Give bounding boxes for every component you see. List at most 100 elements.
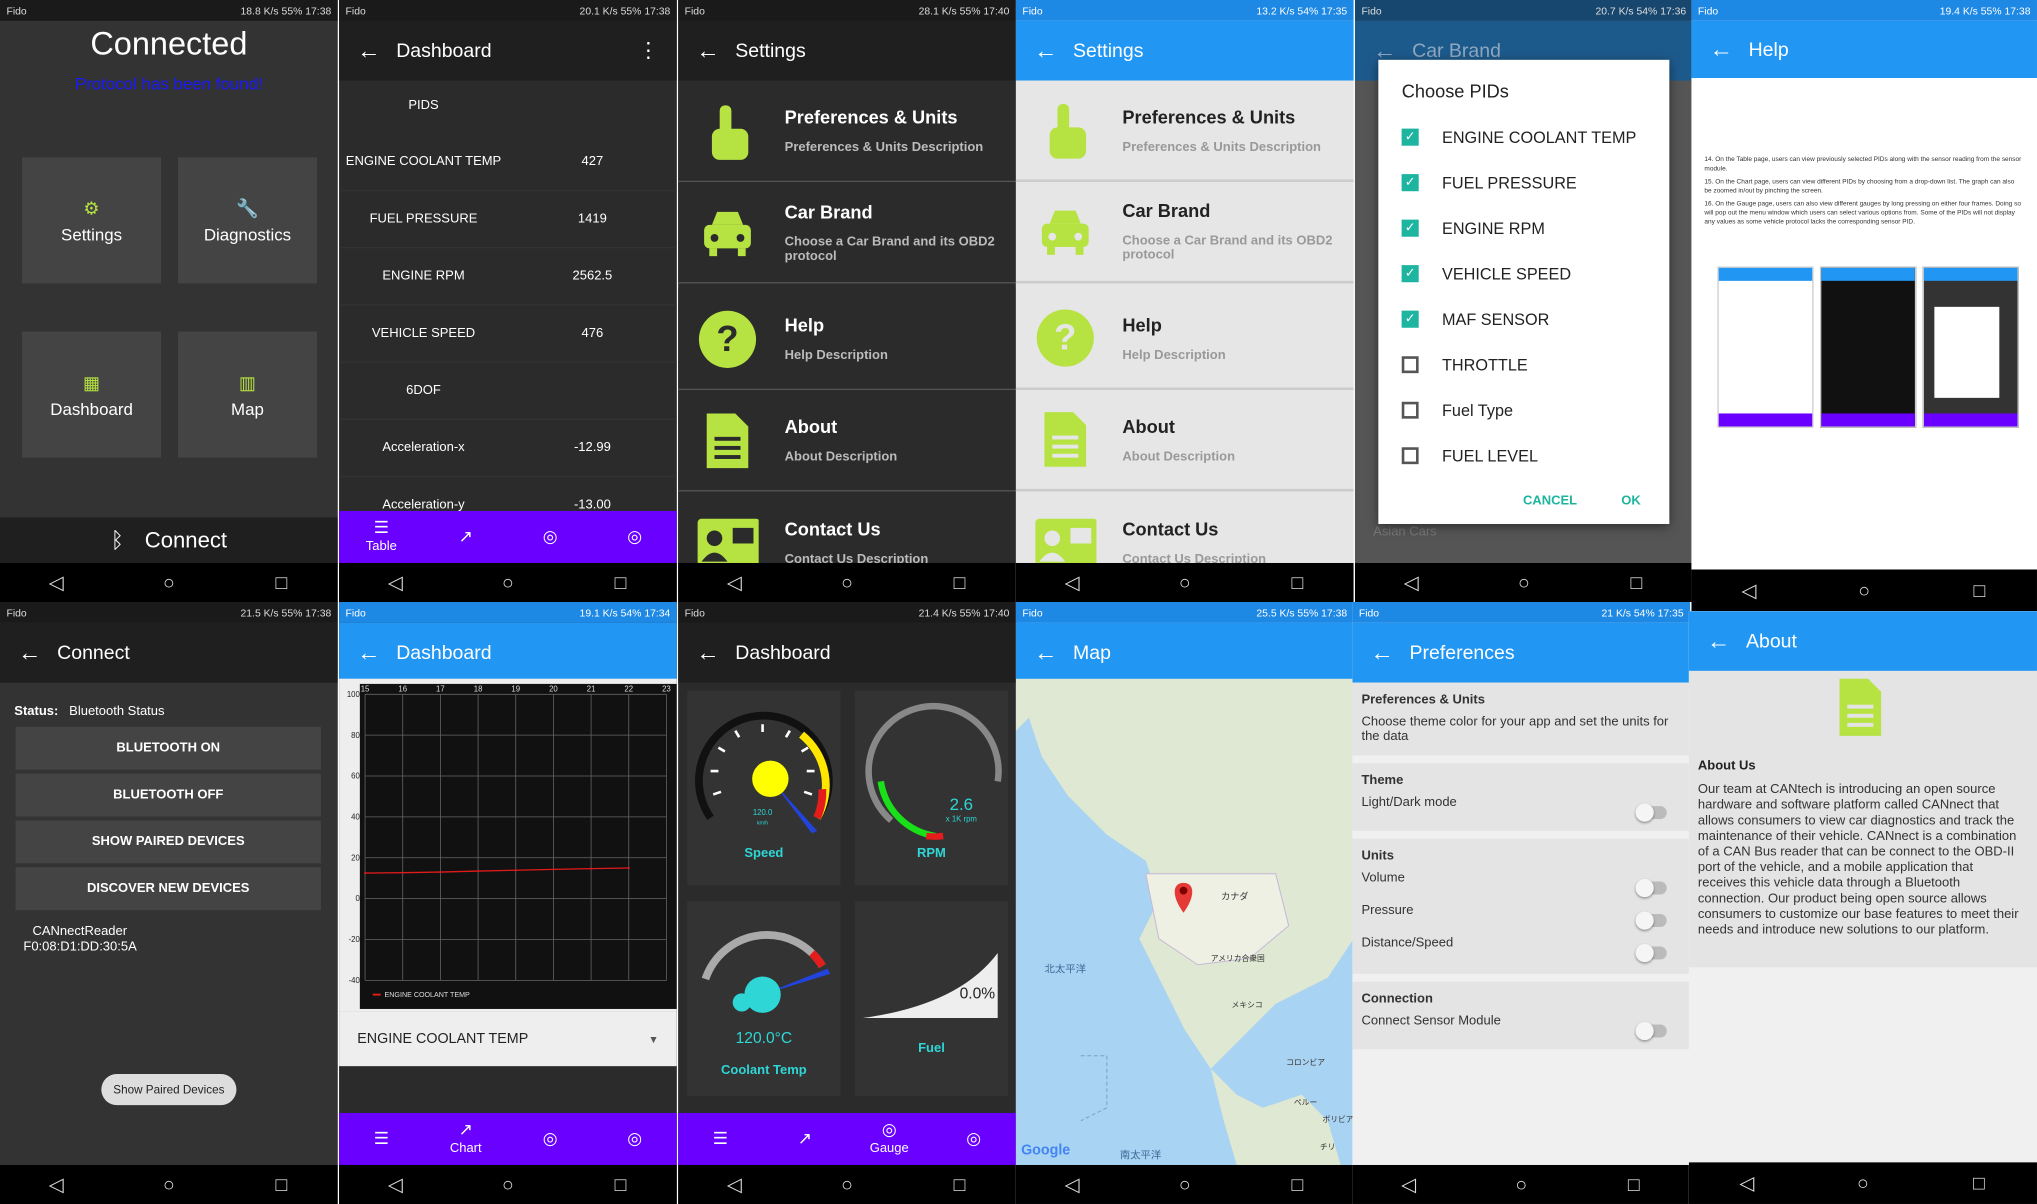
back-arrow-icon[interactable]: ← [696, 37, 735, 64]
tab-more[interactable]: ◎ [596, 527, 674, 547]
tab-chart[interactable]: ↗ [427, 527, 505, 547]
tab-table[interactable]: ☰ [681, 1129, 759, 1149]
back-nav-icon[interactable]: ◁ [1708, 1171, 1786, 1195]
checkbox-checked-icon[interactable]: ✓ [1401, 174, 1419, 192]
show-paired-devices-button[interactable]: SHOW PAIRED DEVICES [15, 820, 321, 864]
ok-button[interactable]: OK [1621, 494, 1640, 508]
back-nav-icon[interactable]: ◁ [695, 571, 773, 594]
settings-item-preferences[interactable]: Preferences & Units Preferences & Units D… [1015, 80, 1354, 183]
recents-nav-icon[interactable]: □ [1258, 571, 1336, 593]
recents-nav-icon[interactable]: □ [921, 571, 999, 593]
recents-nav-icon[interactable]: □ [1940, 1172, 2018, 1194]
back-arrow-icon[interactable]: ← [1034, 639, 1073, 666]
tab-more[interactable]: ◎ [596, 1129, 674, 1149]
settings-item-help[interactable]: ? Help Help Description [1015, 288, 1354, 391]
back-arrow-icon[interactable]: ← [696, 639, 735, 666]
home-nav-icon[interactable]: ○ [1146, 1173, 1224, 1195]
home-nav-icon[interactable]: ○ [1482, 1173, 1560, 1195]
back-arrow-icon[interactable]: ← [18, 639, 57, 666]
theme-toggle[interactable] [1635, 803, 1667, 822]
pid-checkbox-row[interactable]: ✓ FUEL PRESSURE [1378, 160, 1669, 206]
pid-select-dropdown[interactable]: ENGINE COOLANT TEMP ▼ [339, 1011, 677, 1067]
tab-gauge[interactable]: ◎ [511, 527, 589, 547]
home-nav-icon[interactable]: ○ [1824, 1172, 1902, 1194]
recents-nav-icon[interactable]: □ [242, 1173, 320, 1195]
cancel-button[interactable]: CANCEL [1523, 494, 1577, 508]
checkbox-unchecked-icon[interactable] [1401, 401, 1419, 419]
pid-checkbox-row[interactable]: ✓ ENGINE RPM [1378, 205, 1669, 251]
settings-item-about[interactable]: About About Description [678, 390, 1016, 492]
tab-table[interactable]: ☰ [342, 1129, 420, 1149]
checkbox-checked-icon[interactable]: ✓ [1401, 219, 1419, 237]
home-nav-icon[interactable]: ○ [1146, 571, 1224, 593]
recents-nav-icon[interactable]: □ [242, 571, 320, 593]
home-nav-icon[interactable]: ○ [1825, 579, 1903, 601]
settings-item-preferences[interactable]: Preferences & Units Preferences & Units D… [678, 80, 1016, 183]
back-nav-icon[interactable]: ◁ [356, 571, 434, 594]
checkbox-checked-icon[interactable]: ✓ [1401, 310, 1419, 328]
tab-gauge[interactable]: ◎ Gauge [850, 1121, 928, 1157]
back-nav-icon[interactable]: ◁ [1710, 579, 1788, 602]
back-nav-icon[interactable]: ◁ [695, 1173, 773, 1196]
tab-more[interactable]: ◎ [935, 1129, 1013, 1149]
coolant-gauge-frame[interactable]: 120.0°C Coolant Temp [687, 901, 841, 1097]
back-arrow-icon[interactable]: ← [357, 639, 396, 666]
home-nav-icon[interactable]: ○ [469, 1173, 547, 1195]
connect-button[interactable]: ᛒ Connect [0, 517, 338, 565]
back-nav-icon[interactable]: ◁ [17, 1173, 95, 1196]
pid-checkbox-row[interactable]: ✓ VEHICLE SPEED [1378, 251, 1669, 297]
checkbox-checked-icon[interactable]: ✓ [1401, 265, 1419, 283]
home-nav-icon[interactable]: ○ [130, 571, 208, 593]
checkbox-unchecked-icon[interactable] [1401, 356, 1419, 374]
back-nav-icon[interactable]: ◁ [1370, 1173, 1448, 1196]
back-nav-icon[interactable]: ◁ [1372, 571, 1450, 594]
settings-item-car-brand[interactable]: Car Brand Choose a Car Brand and its OBD2… [1015, 182, 1354, 284]
back-nav-icon[interactable]: ◁ [17, 571, 95, 594]
back-nav-icon[interactable]: ◁ [356, 1173, 434, 1196]
line-chart[interactable]: 100 80 60 40 20 0 -20 -40 15 16 17 18 19 20 21 22 23 ENGI… [339, 678, 677, 1012]
connect-sensor-toggle[interactable] [1635, 1021, 1667, 1041]
distance-toggle[interactable] [1635, 943, 1667, 963]
diagnostics-tile[interactable]: 🔧 Diagnostics [177, 157, 317, 284]
back-arrow-icon[interactable]: ← [357, 37, 396, 64]
dashboard-tile[interactable]: ▦ Dashboard [22, 331, 162, 458]
pid-checkbox-row[interactable]: ✓ MAF SENSOR [1378, 296, 1669, 342]
checkbox-checked-icon[interactable]: ✓ [1401, 128, 1419, 146]
speed-gauge-frame[interactable]: 120.0 km/h Speed [687, 690, 841, 886]
back-arrow-icon[interactable]: ← [1707, 627, 1746, 654]
back-nav-icon[interactable]: ◁ [1033, 1173, 1111, 1196]
home-nav-icon[interactable]: ○ [808, 571, 886, 593]
bluetooth-on-button[interactable]: BLUETOOTH ON [15, 726, 321, 770]
settings-item-help[interactable]: ? Help Help Description [678, 288, 1016, 391]
home-nav-icon[interactable]: ○ [130, 1173, 208, 1195]
back-arrow-icon[interactable]: ← [1034, 37, 1073, 64]
tab-table[interactable]: ☰ Table [342, 519, 420, 555]
map-tile[interactable]: ▥ Map [177, 331, 317, 458]
map-view[interactable]: カナダ 北太平洋 アメリカ合衆国 メキシコ 南太平洋 コロンビア ペルー ボリビ… [1015, 678, 1354, 1165]
bluetooth-off-button[interactable]: BLUETOOTH OFF [15, 773, 321, 817]
fuel-gauge-frame[interactable]: 0.0% Fuel [854, 901, 1009, 1097]
device-list-item[interactable]: CANnectReader F0:08:D1:DD:30:5A [23, 924, 136, 955]
recents-nav-icon[interactable]: □ [582, 571, 660, 593]
rpm-gauge-frame[interactable]: 2.6 x 1K rpm RPM [854, 690, 1009, 886]
home-nav-icon[interactable]: ○ [469, 571, 547, 593]
settings-tile[interactable]: ⚙ Settings [22, 157, 162, 284]
home-nav-icon[interactable]: ○ [1485, 571, 1563, 593]
overflow-menu-icon[interactable]: ⋮ [638, 38, 677, 64]
back-nav-icon[interactable]: ◁ [1033, 571, 1111, 594]
recents-nav-icon[interactable]: □ [582, 1173, 660, 1195]
tab-chart[interactable]: ↗ Chart [427, 1121, 505, 1157]
recents-nav-icon[interactable]: □ [921, 1173, 999, 1195]
back-arrow-icon[interactable]: ← [1710, 36, 1749, 63]
recents-nav-icon[interactable]: □ [1597, 571, 1675, 593]
pid-checkbox-row[interactable]: FUEL LEVEL [1378, 433, 1669, 479]
settings-item-about[interactable]: About About Description [1015, 390, 1354, 492]
tab-gauge[interactable]: ◎ [511, 1129, 589, 1149]
checkbox-unchecked-icon[interactable] [1401, 447, 1419, 465]
settings-item-car-brand[interactable]: Car Brand Choose a Car Brand and its OBD2… [678, 182, 1016, 284]
pressure-toggle[interactable] [1635, 911, 1667, 930]
recents-nav-icon[interactable]: □ [1940, 579, 2018, 601]
back-arrow-icon[interactable]: ← [1371, 639, 1410, 666]
recents-nav-icon[interactable]: □ [1595, 1173, 1673, 1195]
home-nav-icon[interactable]: ○ [808, 1173, 886, 1195]
